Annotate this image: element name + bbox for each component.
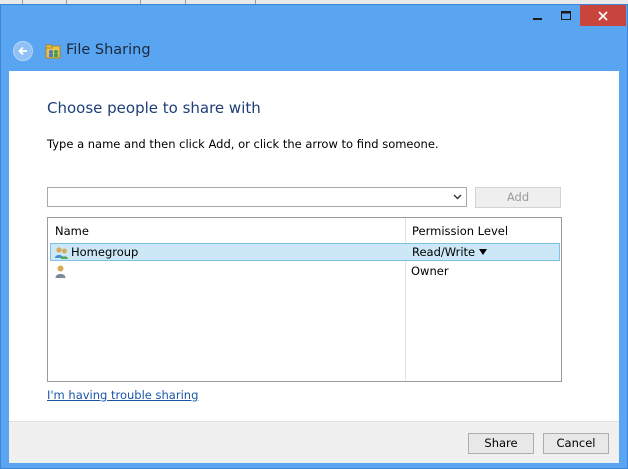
name-input[interactable] — [50, 189, 449, 205]
dialog-content: Choose people to share with Type a name … — [9, 71, 619, 421]
share-button[interactable]: Share — [468, 433, 534, 454]
back-button[interactable] — [13, 41, 33, 61]
maximize-icon — [560, 10, 571, 20]
column-header-name[interactable]: Name — [55, 224, 89, 238]
file-sharing-icon — [45, 44, 61, 59]
minimize-icon — [533, 17, 542, 20]
cancel-button[interactable]: Cancel — [543, 433, 609, 454]
homegroup-icon — [55, 247, 68, 259]
permission-value: Owner — [411, 264, 449, 278]
back-arrow-icon — [18, 46, 27, 56]
window-title: File Sharing — [66, 42, 151, 58]
table-row-homegroup[interactable]: Homegroup Read/Write — [50, 243, 560, 261]
close-icon — [598, 10, 608, 21]
minimize-button[interactable] — [524, 5, 552, 26]
permission-dropdown[interactable]: Read/Write — [412, 245, 475, 259]
trouble-sharing-link[interactable]: I'm having trouble sharing — [47, 388, 198, 402]
sharing-list[interactable]: Name Permission Level Homegroup Read/Wri… — [47, 217, 562, 382]
title-bar: File Sharing — [1, 35, 627, 67]
list-header: Name Permission Level — [48, 218, 561, 242]
dropdown-button[interactable] — [450, 190, 464, 204]
column-header-permission[interactable]: Permission Level — [412, 224, 508, 238]
window-controls — [524, 5, 626, 26]
instructions-text: Type a name and then click Add, or click… — [47, 137, 439, 151]
maximize-button[interactable] — [552, 5, 580, 26]
caret-down-icon[interactable] — [479, 249, 487, 255]
table-row-owner[interactable]: Owner — [50, 263, 560, 281]
file-sharing-window: File Sharing Choose people to share with… — [0, 4, 628, 469]
dialog-footer: Share Cancel — [9, 421, 619, 463]
name-combobox[interactable] — [47, 187, 467, 207]
user-icon — [55, 265, 66, 278]
row-name: Homegroup — [71, 245, 139, 259]
dialog-heading: Choose people to share with — [47, 99, 261, 117]
chevron-down-icon — [453, 194, 461, 200]
close-button[interactable] — [580, 5, 626, 26]
add-button[interactable]: Add — [475, 187, 561, 208]
